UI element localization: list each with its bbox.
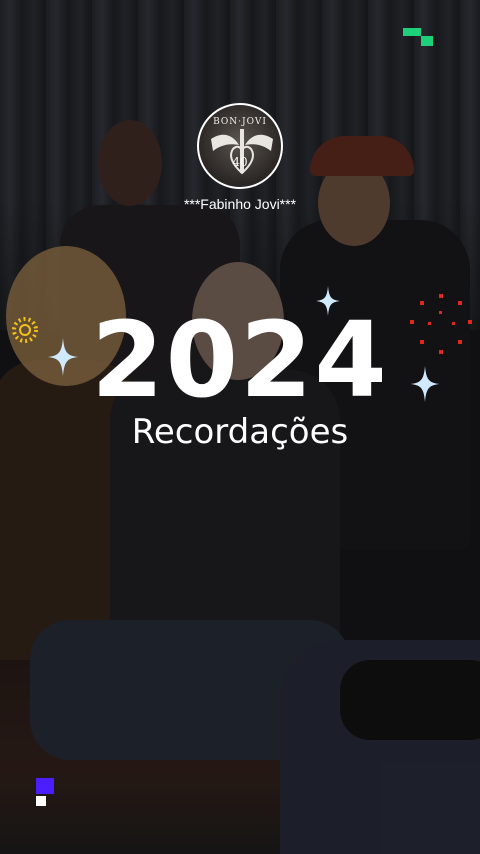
title-subtitle: Recordações: [131, 412, 349, 452]
channel-avatar[interactable]: BON·JOVI 40: [197, 103, 283, 189]
dot-ring-icon: [410, 294, 472, 354]
sparkle-icon: [316, 286, 340, 316]
video-frame[interactable]: BON·JOVI 40 ***Fabinho Jovi*** 2024 Reco…: [0, 0, 480, 854]
logo-text: BON·JOVI: [213, 117, 267, 127]
channel-name[interactable]: ***Fabinho Jovi***: [0, 196, 480, 212]
sparkle-icon: [410, 366, 440, 402]
dot-ring-icon: [12, 317, 38, 343]
sparkle-icon: [47, 338, 79, 376]
pixel-blocks-icon: [36, 778, 60, 808]
logo-badge: 40: [232, 155, 248, 169]
pixel-blocks-icon: [403, 28, 433, 48]
